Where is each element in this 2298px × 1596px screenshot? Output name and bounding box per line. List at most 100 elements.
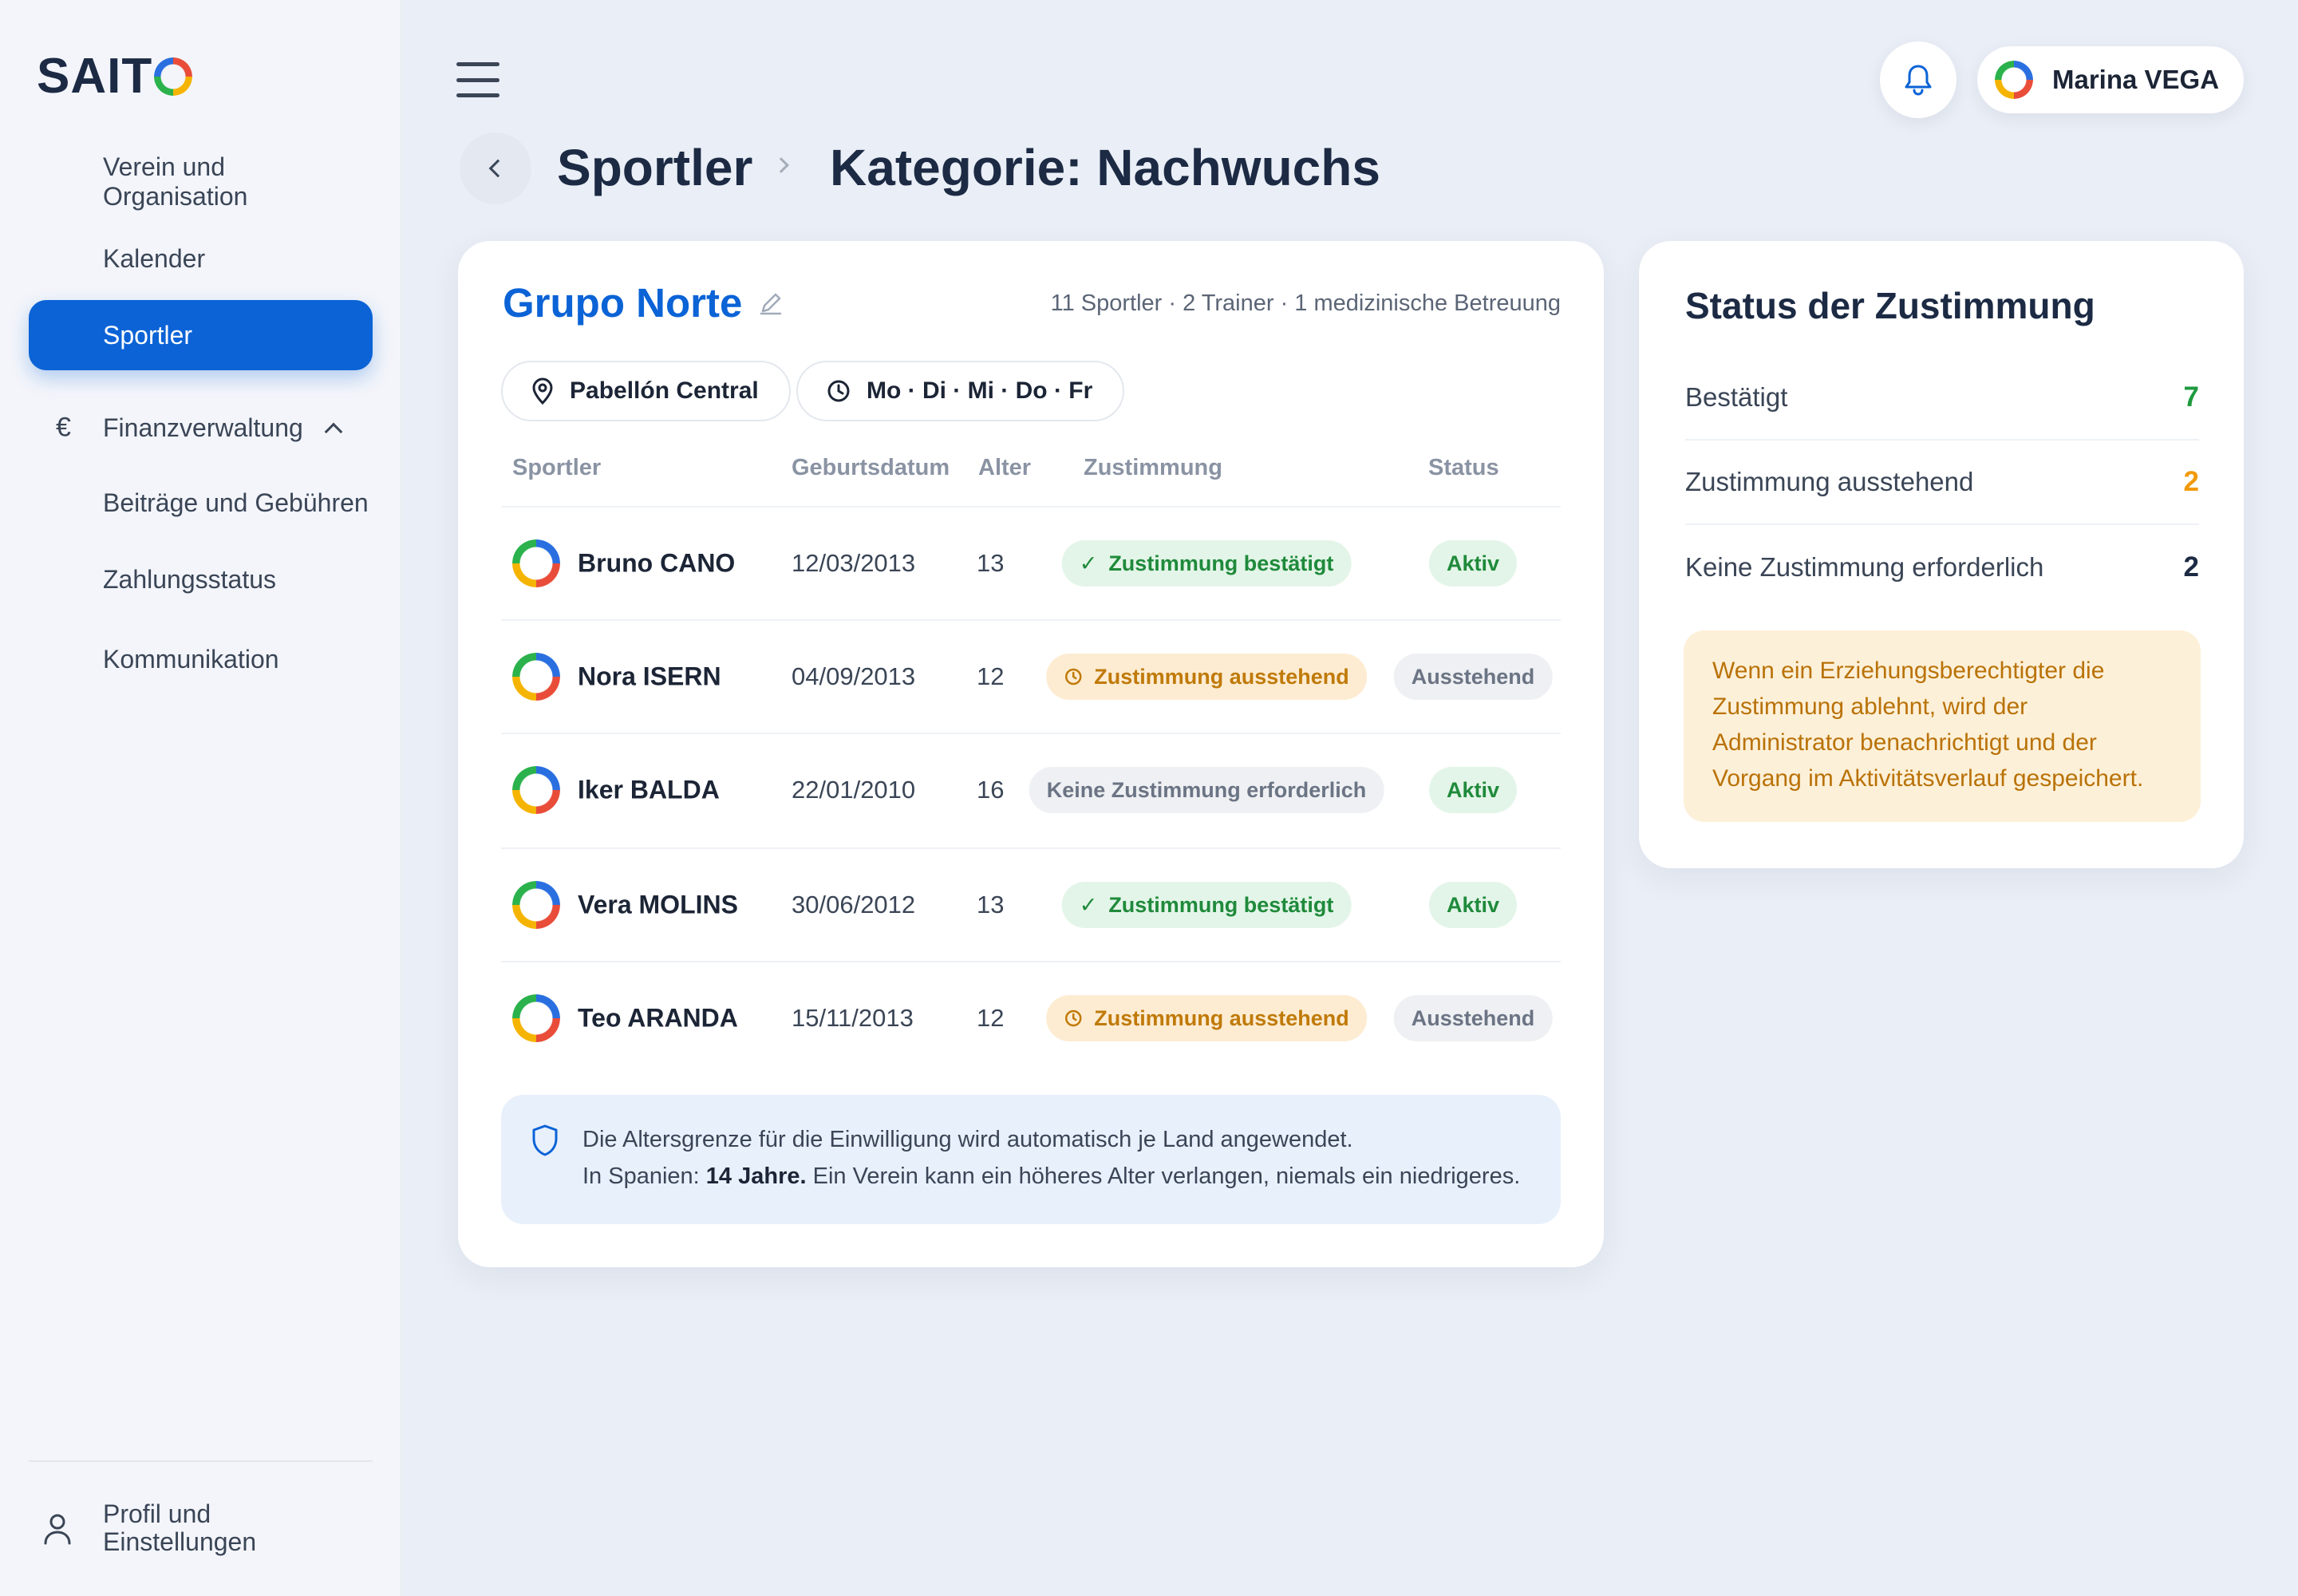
column-header-birthdate[interactable]: Geburtsdatum: [792, 455, 950, 481]
sidebar-item-fees[interactable]: Beiträge und Gebühren: [29, 468, 373, 538]
edit-icon[interactable]: [758, 290, 784, 316]
birthdate: 22/01/2010: [792, 776, 916, 804]
menu-toggle-button[interactable]: [456, 62, 499, 97]
sidebar-item-label: Beiträge und Gebühren: [103, 488, 369, 517]
status-badge: Aktiv: [1428, 767, 1518, 813]
clock-icon: [827, 380, 850, 402]
consent-status-title: Status der Zustimmung: [1685, 285, 2095, 326]
birthdate: 15/11/2013: [792, 1004, 914, 1032]
group-title: Grupo Norte: [503, 279, 784, 326]
stat-label: Keine Zustimmung erforderlich: [1685, 552, 2044, 582]
athlete-name[interactable]: Vera MOLINS: [578, 891, 738, 920]
athlete-name[interactable]: Teo ARANDA: [578, 1004, 738, 1033]
schedule-label: Mo · Di · Mi · Do · Fr: [867, 377, 1093, 404]
sidebar-item-label: Kalender: [103, 243, 206, 273]
stat-not-required: Keine Zustimmung erforderlich 2: [1685, 525, 2199, 610]
avatar: [512, 539, 560, 587]
consent-status-card: Status der Zustimmung Bestätigt 7 Zustim…: [1639, 241, 2244, 868]
age: 12: [977, 662, 1005, 690]
consent-label: Zustimmung bestätigt: [1108, 551, 1334, 575]
refusal-note: Wenn ein Erziehungsberechtigter die Zust…: [1684, 630, 2201, 822]
birthdate: 12/03/2013: [792, 549, 916, 577]
table-row[interactable]: Teo ARANDA 15/11/2013 12 Zustimmung auss…: [501, 961, 1561, 1074]
consent-badge: ✓ Zustimmung bestätigt: [1061, 882, 1352, 928]
sidebar-item-finance[interactable]: € Finanzverwaltung: [29, 393, 373, 463]
bell-icon: [1905, 65, 1932, 96]
sidebar-item-label: Kommunikation: [103, 644, 279, 674]
sidebar-item-athletes[interactable]: Sportler: [29, 300, 373, 370]
sidebar-item-label: Verein und Organisation: [103, 152, 248, 211]
sidebar-item-label: Sportler: [103, 320, 193, 350]
consent-badge: Zustimmung ausstehend: [1046, 654, 1367, 700]
user-name: Marina VEGA: [2052, 65, 2220, 94]
hamburger-line: [456, 62, 499, 66]
info-line-2-suffix: Ein Verein kann ein höheres Alter verlan…: [806, 1163, 1521, 1189]
column-header-consent[interactable]: Zustimmung: [1084, 455, 1222, 481]
info-line-2: In Spanien: 14 Jahre. Ein Verein kann ei…: [582, 1163, 1520, 1190]
column-header-age[interactable]: Alter: [978, 455, 1031, 481]
sidebar-item-label: Zahlungsstatus: [103, 564, 277, 594]
schedule-chip[interactable]: Mo · Di · Mi · Do · Fr: [796, 361, 1125, 421]
age: 12: [977, 1004, 1005, 1032]
check-icon: ✓: [1079, 551, 1098, 575]
map-pin-icon: [532, 377, 553, 405]
info-line-1: Die Altersgrenze für die Einwilligung wi…: [582, 1127, 1353, 1152]
sidebar-item-organisation[interactable]: Verein und Organisation: [29, 147, 373, 217]
avatar: [512, 766, 560, 814]
profile-label-line2: Einstellungen: [103, 1527, 257, 1556]
athlete-name[interactable]: Bruno CANO: [578, 549, 735, 579]
consent-label: Zustimmung bestätigt: [1108, 892, 1334, 917]
consent-label: Zustimmung ausstehend: [1094, 1005, 1349, 1030]
stat-value: 2: [2183, 551, 2199, 583]
athlete-name[interactable]: Iker BALDA: [578, 776, 720, 805]
app-logo[interactable]: SAIT: [37, 48, 193, 105]
avatar: [1995, 61, 2033, 99]
status-badge: Aktiv: [1428, 882, 1518, 928]
logo-ring-icon: [154, 57, 193, 96]
back-button[interactable]: [460, 132, 531, 204]
check-icon: ✓: [1079, 892, 1098, 917]
profile-settings-link[interactable]: Profil und Einstellungen: [29, 1492, 373, 1564]
sidebar-item-calendar[interactable]: Kalender: [29, 223, 373, 294]
chevron-up-icon: [324, 422, 343, 441]
sidebar-item-label: Finanzverwaltung: [103, 413, 303, 442]
status-badge: Ausstehend: [1393, 995, 1553, 1041]
sidebar-divider: [29, 1460, 373, 1462]
birthdate: 04/09/2013: [792, 662, 916, 690]
profile-label-line1: Profil und: [103, 1499, 211, 1528]
user-menu[interactable]: Marina VEGA: [1977, 46, 2244, 113]
group-card: Grupo Norte 11 Sportler · 2 Trainer · 1 …: [458, 241, 1604, 1267]
profile-label: Profil und Einstellungen: [103, 1499, 257, 1556]
sidebar-item-communication[interactable]: Kommunikation: [29, 624, 373, 694]
table-row[interactable]: Bruno CANO 12/03/2013 13 ✓ Zustimmung be…: [501, 506, 1561, 619]
clock-icon: [1064, 1009, 1082, 1027]
age: 16: [977, 776, 1005, 804]
location-chip[interactable]: Pabellón Central: [501, 361, 791, 421]
location-label: Pabellón Central: [570, 377, 759, 404]
table-row[interactable]: Iker BALDA 22/01/2010 16 Keine Zustimmun…: [501, 733, 1561, 846]
status-badge: Aktiv: [1428, 540, 1518, 587]
age: 13: [977, 549, 1005, 577]
info-line-2-highlight: 14 Jahre.: [705, 1163, 807, 1189]
logo-text: SAIT: [37, 49, 153, 104]
column-header-athlete[interactable]: Sportler: [512, 455, 601, 481]
table-row[interactable]: Nora ISERN 04/09/2013 12 Zustimmung auss…: [501, 619, 1561, 733]
hamburger-line: [456, 93, 499, 97]
euro-icon: €: [56, 412, 71, 443]
notifications-button[interactable]: [1880, 41, 1956, 118]
athlete-name[interactable]: Nora ISERN: [578, 662, 721, 692]
info-line-2-prefix: In Spanien:: [582, 1163, 706, 1189]
user-icon: [44, 1514, 71, 1545]
sidebar: SAIT Verein und Organisation Kalender Sp…: [0, 0, 401, 1596]
shield-icon: [532, 1124, 558, 1156]
column-header-status[interactable]: Status: [1428, 455, 1499, 481]
table-row[interactable]: Vera MOLINS 30/06/2012 13 ✓ Zustimmung b…: [501, 847, 1561, 961]
age: 13: [977, 891, 1005, 918]
sidebar-item-payment-status[interactable]: Zahlungsstatus: [29, 544, 373, 614]
birthdate: 30/06/2012: [792, 891, 916, 918]
consent-badge: Zustimmung ausstehend: [1046, 995, 1367, 1041]
breadcrumb-section[interactable]: Sportler: [557, 134, 752, 201]
clock-icon: [1064, 668, 1082, 685]
age-limit-info: Die Altersgrenze für die Einwilligung wi…: [501, 1095, 1561, 1224]
breadcrumb-separator-icon: [773, 157, 789, 173]
